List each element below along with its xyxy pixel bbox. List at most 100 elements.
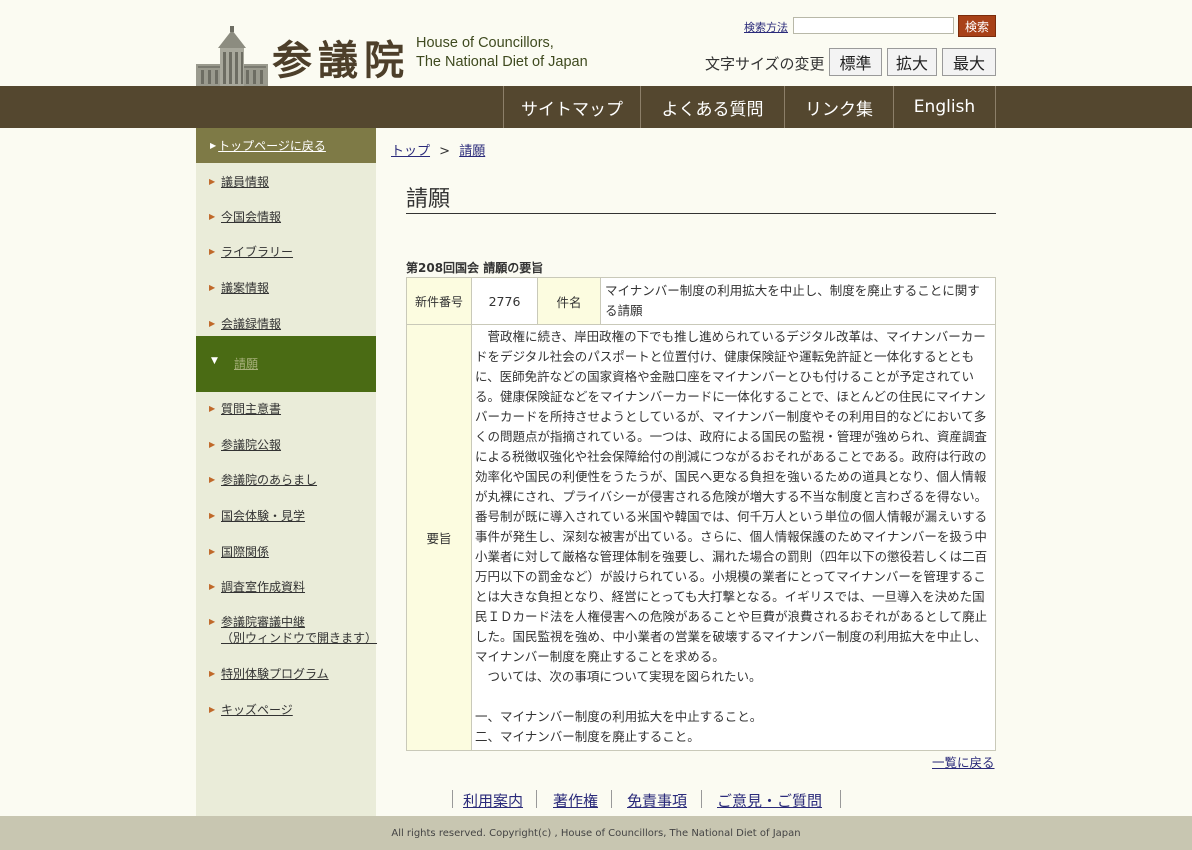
sidebar-top-link[interactable]: ▶ トップページに戻る bbox=[196, 128, 376, 163]
triangle-right-icon: ▶ bbox=[209, 283, 216, 292]
sidebar-item-overview[interactable]: ▶ 参議院のあらまし bbox=[196, 472, 376, 490]
sidebar-item-bulletin[interactable]: ▶ 参議院公報 bbox=[196, 437, 376, 455]
breadcrumb-home[interactable]: トップ bbox=[391, 144, 430, 159]
sidebar-item-live-broadcast[interactable]: ▶ 参議院審議中継 （別ウィンドウで開きます） bbox=[196, 614, 378, 648]
breadcrumb-separator: > bbox=[439, 144, 451, 159]
logo-english-line2: The National Diet of Japan bbox=[416, 54, 588, 70]
title-divider bbox=[406, 213, 996, 214]
sidebar-item-label: 参議院のあらまし bbox=[221, 473, 318, 487]
triangle-right-icon: ▶ bbox=[210, 141, 217, 150]
nav-links[interactable]: リンク集 bbox=[784, 86, 893, 128]
sidebar-item-label: 国際関係 bbox=[221, 545, 270, 559]
sidebar: ▶ トップページに戻る ▶ 議員情報 ▶ 今国会情報 ▶ ライブラリー ▶ 議案… bbox=[196, 128, 378, 816]
sidebar-item-label: 請願 bbox=[234, 357, 259, 371]
sidebar-item-label: 参議院審議中継 bbox=[221, 615, 306, 629]
table-row: 新件番号 2776 件名 マイナンバー制度の利用拡大を中止し、制度を廃止すること… bbox=[406, 277, 996, 325]
font-size-label: 文字サイズの変更 bbox=[705, 55, 825, 73]
summary-paragraph: ついては、次の事項について実現を図られたい。 bbox=[475, 669, 762, 684]
sidebar-item-petitions[interactable]: ▼ 請願 bbox=[196, 336, 376, 392]
footer-link-feedback[interactable]: ご意見・ご質問 bbox=[717, 790, 822, 811]
sidebar-item-current-session[interactable]: ▶ 今国会情報 bbox=[196, 209, 376, 227]
sidebar-item-tour[interactable]: ▶ 国会体験・見学 bbox=[196, 508, 376, 526]
search-help-link[interactable]: 検索方法 bbox=[744, 19, 788, 35]
sidebar-item-label: キッズページ bbox=[221, 703, 293, 717]
triangle-right-icon: ▶ bbox=[209, 669, 216, 678]
subject-label: 件名 bbox=[537, 277, 601, 325]
logo-kanji[interactable]: 参議院 bbox=[272, 28, 410, 86]
sidebar-item-members[interactable]: ▶ 議員情報 bbox=[196, 174, 376, 192]
sidebar-item-label: 参議院公報 bbox=[221, 438, 282, 452]
global-nav: サイトマップ よくある質問 リンク集 English bbox=[0, 86, 1192, 128]
sidebar-item-special-program[interactable]: ▶ 特別体験プログラム bbox=[196, 666, 376, 684]
sidebar-item-label: 特別体験プログラム bbox=[221, 667, 329, 681]
petition-table: 新件番号 2776 件名 マイナンバー制度の利用拡大を中止し、制度を廃止すること… bbox=[406, 277, 996, 751]
summary-value: 菅政権に続き、岸田政権の下でも推し進められているデジタル改革は、マイナンバーカー… bbox=[471, 324, 996, 751]
diet-building-icon[interactable] bbox=[196, 26, 268, 86]
triangle-right-icon: ▶ bbox=[209, 212, 216, 221]
sidebar-item-bills[interactable]: ▶ 議案情報 bbox=[196, 280, 376, 298]
sidebar-item-library[interactable]: ▶ ライブラリー bbox=[196, 244, 376, 262]
sidebar-item-international[interactable]: ▶ 国際関係 bbox=[196, 544, 376, 562]
summary-item: 一、マイナンバー制度の利用拡大を中止すること。 bbox=[475, 709, 763, 724]
summary-paragraph: 菅政権に続き、岸田政権の下でも推し進められているデジタル改革は、マイナンバーカー… bbox=[475, 329, 988, 664]
number-label: 新件番号 bbox=[406, 277, 472, 325]
breadcrumb: トップ > 請願 bbox=[391, 140, 485, 159]
triangle-right-icon: ▶ bbox=[209, 582, 216, 591]
triangle-right-icon: ▶ bbox=[209, 247, 216, 256]
copyright-bar: All rights reserved. Copyright(c) , Hous… bbox=[0, 816, 1192, 850]
sidebar-item-label: 今国会情報 bbox=[221, 210, 282, 224]
summary-spacer bbox=[475, 687, 991, 707]
summary-item: 二、マイナンバー制度を廃止すること。 bbox=[475, 729, 700, 744]
sidebar-item-kids[interactable]: ▶ キッズページ bbox=[196, 702, 376, 720]
search-input[interactable] bbox=[793, 17, 954, 34]
breadcrumb-current[interactable]: 請願 bbox=[459, 144, 485, 159]
footer-link-disclaimer[interactable]: 免責事項 bbox=[627, 790, 687, 811]
triangle-right-icon: ▶ bbox=[209, 511, 216, 520]
site-header: 参議院 House of Councillors, The National D… bbox=[0, 0, 1192, 86]
divider bbox=[840, 790, 841, 808]
font-size-normal-button[interactable]: 標準 bbox=[829, 48, 882, 76]
logo-english[interactable]: House of Councillors, The National Diet … bbox=[416, 34, 588, 72]
copyright-text: All rights reserved. Copyright(c) , Hous… bbox=[391, 827, 801, 839]
sidebar-item-questions[interactable]: ▶ 質問主意書 bbox=[196, 401, 376, 419]
sidebar-item-label: 質問主意書 bbox=[221, 402, 282, 416]
sidebar-item-label: 議員情報 bbox=[221, 175, 270, 189]
triangle-right-icon: ▶ bbox=[209, 705, 216, 714]
sidebar-item-label: 国会体験・見学 bbox=[221, 509, 306, 523]
search-button[interactable]: 検索 bbox=[958, 15, 996, 37]
divider bbox=[701, 790, 702, 808]
triangle-right-icon: ▶ bbox=[209, 547, 216, 556]
footer-link-guide[interactable]: 利用案内 bbox=[463, 790, 523, 811]
page-title: 請願 bbox=[406, 187, 451, 212]
sidebar-top-label: トップページに戻る bbox=[218, 139, 326, 153]
triangle-right-icon: ▶ bbox=[209, 404, 216, 413]
triangle-right-icon: ▶ bbox=[209, 617, 216, 626]
sidebar-item-label: 調査室作成資料 bbox=[221, 580, 306, 594]
sidebar-item-research[interactable]: ▶ 調査室作成資料 bbox=[196, 579, 376, 597]
divider bbox=[452, 790, 453, 808]
sidebar-item-label: 会議録情報 bbox=[221, 317, 282, 331]
font-size-large-button[interactable]: 拡大 bbox=[887, 48, 937, 76]
back-to-list-link[interactable]: 一覧に戻る bbox=[932, 752, 995, 771]
triangle-down-icon: ▼ bbox=[211, 356, 218, 366]
summary-label: 要旨 bbox=[406, 324, 472, 751]
font-size-max-button[interactable]: 最大 bbox=[942, 48, 996, 76]
triangle-right-icon: ▶ bbox=[209, 440, 216, 449]
sidebar-item-note: （別ウィンドウで開きます） bbox=[221, 631, 378, 645]
divider bbox=[536, 790, 537, 808]
logo-english-line1: House of Councillors, bbox=[416, 35, 554, 51]
section-title: 第208回国会 請願の要旨 bbox=[406, 261, 544, 275]
subject-value: マイナンバー制度の利用拡大を中止し、制度を廃止することに関する請願 bbox=[600, 277, 996, 325]
sidebar-item-label: ライブラリー bbox=[221, 245, 294, 259]
triangle-right-icon: ▶ bbox=[209, 177, 216, 186]
sidebar-item-minutes[interactable]: ▶ 会議録情報 bbox=[196, 316, 376, 334]
triangle-right-icon: ▶ bbox=[209, 319, 216, 328]
number-value: 2776 bbox=[471, 277, 538, 325]
divider bbox=[611, 790, 612, 808]
triangle-right-icon: ▶ bbox=[209, 475, 216, 484]
sidebar-item-label: 議案情報 bbox=[221, 281, 270, 295]
nav-english[interactable]: English bbox=[893, 86, 996, 128]
footer-link-copyright[interactable]: 著作権 bbox=[553, 790, 598, 811]
nav-sitemap[interactable]: サイトマップ bbox=[503, 86, 640, 128]
nav-faq[interactable]: よくある質問 bbox=[640, 86, 784, 128]
